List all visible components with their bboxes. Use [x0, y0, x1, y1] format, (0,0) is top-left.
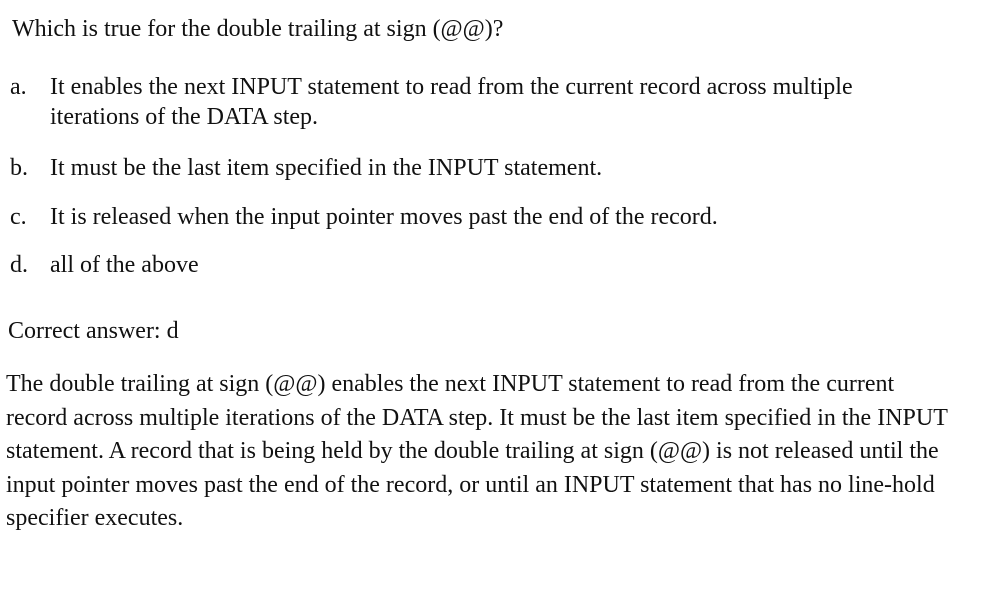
option-text: It enables the next INPUT statement to r…	[50, 74, 853, 130]
option-text: all of the above	[50, 252, 199, 278]
correct-answer: Correct answer: d	[8, 318, 179, 344]
quiz-page: Which is true for the double trailing at…	[0, 0, 990, 614]
option-letter: b.	[10, 155, 28, 181]
question-text: Which is true for the double trailing at…	[12, 16, 504, 42]
option-d: d. all of the above	[10, 250, 910, 280]
option-c: c. It is released when the input pointer …	[10, 202, 910, 232]
explanation-paragraph: The double trailing at sign (@@) enables…	[6, 371, 948, 531]
option-text: It must be the last item specified in th…	[50, 155, 603, 181]
option-text: It is released when the input pointer mo…	[50, 204, 718, 230]
option-letter: c.	[10, 204, 27, 230]
option-letter: d.	[10, 252, 28, 278]
option-b: b. It must be the last item specified in …	[10, 153, 910, 183]
option-letter: a.	[10, 74, 27, 100]
option-a: a. It enables the next INPUT statement to…	[10, 72, 910, 132]
